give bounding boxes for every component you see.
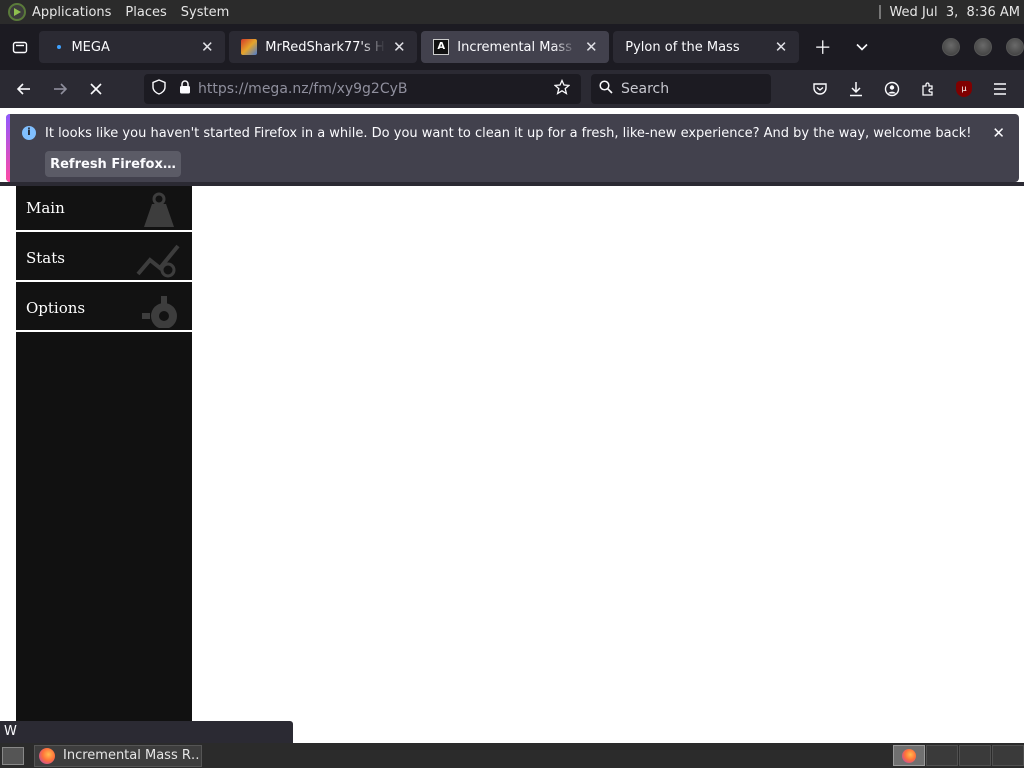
tab-title: MrRedShark77's Home	[265, 39, 385, 55]
tab-title: Pylon of the Mass	[625, 39, 740, 55]
close-window-button[interactable]	[1006, 38, 1024, 56]
firefox-view-icon	[12, 41, 27, 54]
distro-logo-icon[interactable]	[8, 3, 26, 21]
account-button[interactable]	[874, 74, 910, 104]
bookmark-star-icon[interactable]	[549, 78, 575, 99]
tab-strip: MEGA ✕ MrRedShark77's Home ✕ A Increment…	[0, 24, 1024, 70]
downloads-button[interactable]	[838, 74, 874, 104]
arrow-right-icon	[54, 83, 68, 95]
gear-decoration-icon	[142, 296, 177, 328]
sidebar-item-label: Stats	[26, 249, 65, 267]
navigation-toolbar: https://mega.nz/fm/xy9g2CyB Search μ	[0, 70, 1024, 108]
game-sidebar: Main Stats Options	[16, 186, 192, 743]
task-label: Incremental Mass R…	[63, 748, 202, 763]
sidebar-item-label: Options	[26, 299, 86, 317]
sidebar-item-options[interactable]: Options	[16, 286, 192, 332]
forward-button[interactable]	[42, 73, 78, 105]
new-tab-button[interactable]: ＋	[803, 31, 842, 63]
plus-icon: ＋	[813, 38, 832, 59]
puzzle-piece-icon	[922, 82, 933, 96]
taskbar-firefox-window[interactable]: Incremental Mass R…	[34, 744, 202, 767]
stop-loading-icon	[90, 83, 102, 95]
info-icon: i	[22, 126, 36, 140]
close-tab-icon[interactable]: ✕	[199, 38, 215, 56]
workspace-1[interactable]	[893, 745, 925, 766]
sidebar-item-label: Main	[26, 199, 65, 217]
applications-menu[interactable]: Applications	[32, 5, 111, 20]
sidebar-item-stats[interactable]: Stats	[16, 236, 192, 282]
chart-decoration-icon	[136, 244, 180, 278]
tab-mrredshark-home[interactable]: MrRedShark77's Home ✕	[229, 31, 418, 63]
arrow-left-icon	[16, 83, 30, 95]
account-icon	[884, 81, 900, 97]
sidebar-item-main[interactable]: Main	[16, 186, 192, 232]
clock-text: Wed Jul 3, 8:36 AM	[889, 4, 1020, 20]
refresh-firefox-notification: i It looks like you haven't started Fire…	[6, 114, 1019, 182]
ublock-origin-button[interactable]: μ	[946, 74, 982, 104]
search-bar[interactable]: Search	[591, 74, 771, 104]
back-button[interactable]	[6, 73, 42, 105]
top-panel: Applications Places System Wed Jul 3, 8:…	[0, 0, 1024, 24]
workspace-3[interactable]	[959, 745, 991, 766]
notification-message: It looks like you haven't started Firefo…	[45, 126, 972, 141]
workspace-2[interactable]	[926, 745, 958, 766]
close-tab-icon[interactable]: ✕	[391, 38, 407, 56]
url-text[interactable]: https://mega.nz/fm/xy9g2CyB	[198, 81, 549, 97]
maximize-window-button[interactable]	[974, 38, 992, 56]
workspace-4[interactable]	[992, 745, 1024, 766]
pocket-icon	[813, 83, 827, 95]
lock-icon[interactable]	[172, 80, 198, 98]
weight-decoration-icon	[144, 192, 174, 227]
panel-separator	[879, 5, 882, 19]
search-placeholder: Search	[621, 81, 670, 97]
page-content: Main Stats Options	[0, 186, 1024, 743]
close-notification-icon[interactable]: ✕	[992, 124, 1005, 142]
toolbar-right: μ	[802, 74, 1018, 104]
extensions-button[interactable]	[910, 74, 946, 104]
system-menu[interactable]: System	[181, 5, 229, 20]
refresh-firefox-button[interactable]: Refresh Firefox…	[45, 151, 181, 177]
download-icon	[850, 82, 862, 97]
tab-incremental-mass[interactable]: A Incremental Mass Rewritten ✕	[421, 31, 610, 63]
close-tab-icon[interactable]: ✕	[773, 38, 789, 56]
tab-title: Incremental Mass Rewritten	[457, 39, 577, 55]
panel-clock[interactable]: Wed Jul 3, 8:36 AM	[879, 5, 1020, 20]
firefox-icon	[39, 747, 55, 764]
firefox-icon	[902, 748, 916, 763]
status-panel: W	[0, 721, 293, 743]
search-icon	[591, 80, 621, 98]
game-logo-icon: A	[433, 39, 450, 55]
mega-dot-icon	[57, 45, 62, 49]
show-desktop-button[interactable]	[2, 746, 24, 765]
stop-button[interactable]	[78, 73, 114, 105]
url-bar[interactable]: https://mega.nz/fm/xy9g2CyB	[144, 74, 581, 104]
hamburger-menu-icon	[994, 83, 1006, 95]
tab-mega[interactable]: MEGA ✕	[39, 31, 226, 63]
tab-title: MEGA	[71, 39, 110, 55]
minimize-window-button[interactable]	[942, 38, 960, 56]
close-tab-icon[interactable]: ✕	[583, 38, 599, 56]
tab-pylon-of-the-mass[interactable]: Pylon of the Mass ✕	[613, 31, 800, 63]
places-menu[interactable]: Places	[125, 5, 166, 20]
list-all-tabs-button[interactable]	[843, 31, 882, 63]
tracking-protection-shield-icon[interactable]	[146, 79, 172, 99]
app-menu-button[interactable]	[982, 74, 1018, 104]
site-image-icon	[241, 39, 258, 55]
bottom-taskbar: Incremental Mass R…	[0, 743, 1024, 768]
pocket-button[interactable]	[802, 74, 838, 104]
ublock-shield-icon: μ	[956, 81, 972, 97]
chevron-down-icon	[856, 43, 868, 51]
firefox-view-button[interactable]	[0, 24, 39, 70]
